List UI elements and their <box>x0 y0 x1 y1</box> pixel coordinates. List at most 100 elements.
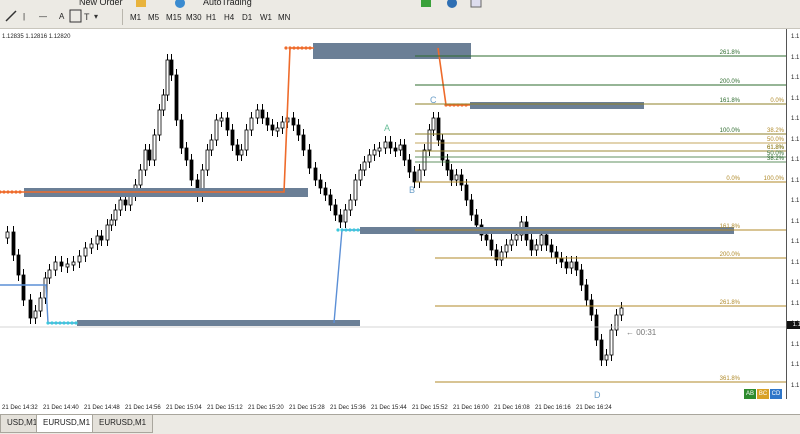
orange-dot <box>304 46 308 50</box>
candle-body <box>77 255 82 263</box>
autotrading-button[interactable]: AutoTrading <box>200 0 255 11</box>
price-axis-label: 1.1 <box>791 280 800 286</box>
tab-eurusd-m1[interactable]: EURUSD,M1 <box>92 415 154 433</box>
cyan-dot <box>46 321 50 325</box>
add-icon[interactable] <box>420 0 432 8</box>
candle-body <box>383 141 388 149</box>
candle-body <box>169 59 174 76</box>
candle-body <box>99 235 104 241</box>
cyan-dot <box>70 321 74 325</box>
candle-body <box>11 231 16 256</box>
candle-body <box>614 314 619 331</box>
candle-body <box>328 194 333 206</box>
candle-body <box>589 299 594 316</box>
candle-body <box>431 117 436 131</box>
cyan-dot <box>58 321 62 325</box>
new-order-button[interactable]: New Order <box>76 0 126 11</box>
candle-body <box>393 147 398 152</box>
candle-body <box>313 167 318 181</box>
cyan-dot <box>344 228 348 232</box>
point-c: C <box>430 95 437 105</box>
time-axis-label: 21 Dec 15:04 <box>166 405 202 411</box>
time-axis-label: 21 Dec 15:44 <box>371 405 407 411</box>
time-axis-label: 21 Dec 16:16 <box>535 405 571 411</box>
fib-label-small: 50.0% <box>767 137 785 143</box>
candle-body <box>38 297 43 312</box>
candle-body <box>95 235 100 245</box>
candle-body <box>71 261 76 266</box>
tf-m1[interactable]: M1 <box>126 8 145 27</box>
fib-label-small: 100.0% <box>764 176 785 182</box>
fib-label: 361.8% <box>720 376 741 382</box>
candle-body <box>579 269 584 286</box>
candle-body <box>105 224 110 241</box>
price-axis-label: 1.1 <box>791 259 800 266</box>
fib-label-small: 38.2% <box>767 156 785 162</box>
tf-w1[interactable]: W1 <box>256 8 276 27</box>
candle-body <box>47 269 52 279</box>
candle-body <box>459 174 464 186</box>
candle-body <box>388 141 393 149</box>
candle-body <box>16 254 21 276</box>
candle-body <box>280 121 285 129</box>
gold-icon[interactable] <box>135 0 147 8</box>
time-axis-label: 21 Dec 14:32 <box>2 405 38 411</box>
candle-body <box>504 244 509 253</box>
candle-body <box>454 174 459 181</box>
price-axis-label: 1.1 <box>791 177 800 184</box>
candle-body <box>445 159 450 171</box>
orange-dot <box>18 190 22 194</box>
tf-m5[interactable]: M5 <box>144 8 163 27</box>
candle-body <box>484 234 489 241</box>
time-axis-label: 21 Dec 15:28 <box>289 405 325 411</box>
orange-dot <box>288 46 292 50</box>
badge-ab[interactable]: AB <box>744 389 756 399</box>
orange-dot <box>2 190 6 194</box>
clock-icon[interactable] <box>446 0 458 8</box>
badge-cd[interactable]: CD <box>770 389 782 399</box>
candle-body <box>152 134 157 161</box>
candle-body <box>59 261 64 267</box>
horizontal-line-icon[interactable]: — <box>36 8 50 25</box>
svg-text:▾: ▾ <box>94 12 98 21</box>
candle-body <box>353 179 358 201</box>
orange-dot <box>296 46 300 50</box>
vertical-line-icon[interactable]: | <box>20 8 28 25</box>
svg-text:T: T <box>84 12 90 22</box>
candle-body <box>109 219 114 226</box>
candle-body <box>338 214 343 223</box>
price-axis-label: 1.1 <box>791 34 800 40</box>
tab-eurusd-m1-active[interactable]: EURUSD,M1 <box>36 415 98 433</box>
price-axis-label: 1.1 <box>791 239 800 245</box>
text-tool-icon[interactable]: A <box>56 8 67 25</box>
candle-body <box>559 257 564 263</box>
time-axis-label: 21 Dec 15:52 <box>412 405 448 411</box>
fib-label: 161.8% <box>720 224 741 230</box>
candle-body <box>509 239 514 246</box>
candle-body <box>402 144 407 161</box>
candle-body <box>214 119 219 141</box>
price-axis-label: 1.1 <box>791 116 800 122</box>
price-chart[interactable]: 261.8% 200.0% 161.8% 100.0% 0.0% 161.8% 200.0%… <box>0 29 800 414</box>
candle-body <box>239 149 244 156</box>
orange-dot <box>10 190 14 194</box>
candle-body <box>609 329 614 356</box>
time-axis-label: 21 Dec 15:12 <box>207 405 243 411</box>
candle-body <box>225 117 230 131</box>
candle-body <box>584 284 589 301</box>
cyan-dot <box>352 228 356 232</box>
globe-icon[interactable] <box>174 0 186 8</box>
fib-label-small: 0.0% <box>770 98 784 104</box>
tf-mn[interactable]: MN <box>274 8 294 27</box>
blue-step-line-2 <box>333 229 360 324</box>
time-axis-label: 21 Dec 16:00 <box>453 405 489 411</box>
price-strip: 1.12835 1.12816 1.12820 <box>2 34 71 40</box>
time-axis-label: 21 Dec 16:08 <box>494 405 530 411</box>
line-tool-icon[interactable] <box>4 9 18 23</box>
orange-dot <box>6 190 10 194</box>
screenshot-icon[interactable] <box>470 0 486 8</box>
candle-body <box>260 109 265 119</box>
badge-bc[interactable]: BC <box>757 389 769 399</box>
candle-body <box>574 261 579 271</box>
candle-body <box>291 117 296 126</box>
